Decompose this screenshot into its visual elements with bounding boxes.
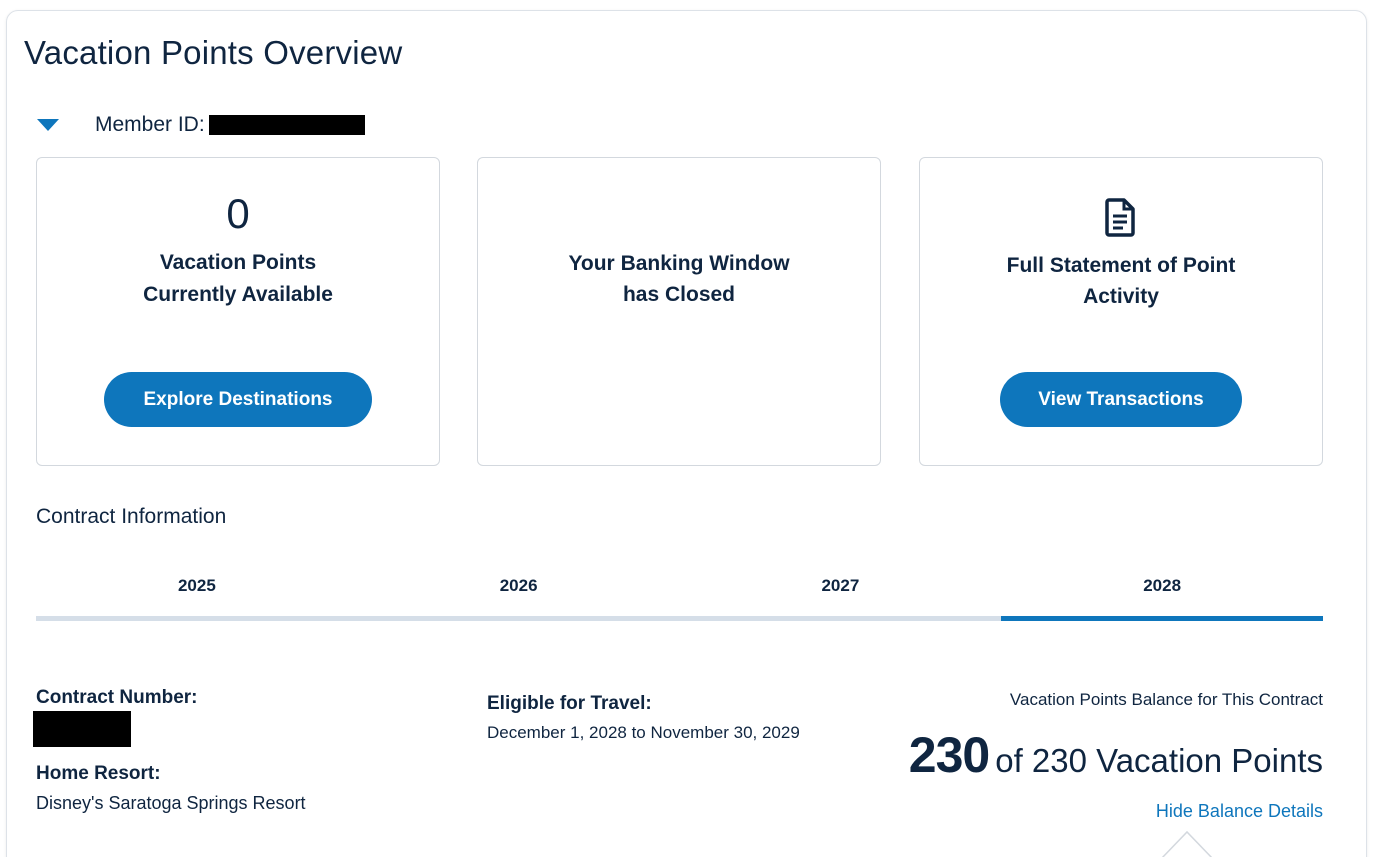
statement-label-2: Activity xyxy=(1083,285,1159,308)
caret-up-icon xyxy=(1161,830,1213,857)
tab-2025[interactable]: 2025 xyxy=(36,568,358,616)
member-id-label: Member ID: xyxy=(95,113,205,136)
page-title: Vacation Points Overview xyxy=(24,34,403,71)
banking-window-label-1: Your Banking Window xyxy=(568,252,790,275)
banking-window-card xyxy=(477,157,881,466)
tab-2027[interactable]: 2027 xyxy=(680,568,1002,616)
eligible-travel-value: December 1, 2028 to November 30, 2029 xyxy=(487,723,800,742)
tab-active-indicator xyxy=(1001,616,1323,621)
member-row: Member ID: xyxy=(36,110,365,140)
contract-information-heading: Contract Information xyxy=(36,505,227,528)
contract-year-tabs: 2025 2026 2027 2028 xyxy=(36,568,1323,621)
home-resort-label: Home Resort: xyxy=(36,763,161,784)
points-available-label-1: Vacation Points xyxy=(159,251,317,274)
document-icon xyxy=(1105,198,1135,237)
home-resort-value: Disney's Saratoga Springs Resort xyxy=(36,793,306,813)
eligible-travel-label: Eligible for Travel: xyxy=(487,693,652,714)
points-available-value: 0 xyxy=(226,190,250,237)
member-id-redacted xyxy=(208,115,365,135)
view-transactions-button[interactable]: View Transactions xyxy=(1000,372,1242,427)
collapse-triangle-icon[interactable] xyxy=(36,117,60,133)
balance-label: Vacation Points Balance for This Contrac… xyxy=(1009,690,1323,709)
contract-number-redacted xyxy=(33,711,131,747)
points-available-label-2: Currently Available xyxy=(143,283,333,306)
statement-label-1: Full Statement of Point xyxy=(1006,254,1236,277)
tab-2026[interactable]: 2026 xyxy=(358,568,680,616)
explore-destinations-button[interactable]: Explore Destinations xyxy=(104,372,372,427)
hide-balance-details-link[interactable]: Hide Balance Details xyxy=(1156,801,1323,822)
tab-2028[interactable]: 2028 xyxy=(1001,568,1323,616)
balance-suffix: of 230 Vacation Points xyxy=(995,742,1323,779)
contract-number-label: Contract Number: xyxy=(36,687,198,708)
balance-value: 230 xyxy=(908,727,990,783)
balance-summary: 230 of 230 Vacation Points xyxy=(909,726,1323,784)
banking-window-label-2: has Closed xyxy=(622,283,736,306)
